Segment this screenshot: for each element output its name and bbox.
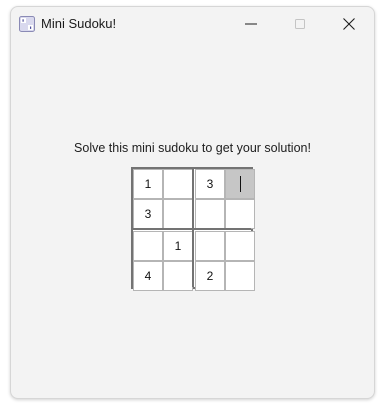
sudoku-cell-r1c4[interactable]	[225, 169, 255, 199]
cell-value: 3	[206, 177, 214, 191]
maximize-icon	[295, 19, 305, 29]
sudoku-grid: 2 4 1 3 3 1	[131, 167, 255, 291]
title-bar[interactable]: Mini Sudoku!	[11, 7, 374, 41]
cell-value: 1	[144, 177, 152, 191]
sudoku-app-icon	[19, 16, 35, 32]
maximize-button[interactable]	[277, 7, 323, 41]
sudoku-cell-r3c3[interactable]	[195, 231, 225, 261]
sudoku-cell-r2c2[interactable]	[163, 199, 193, 229]
sudoku-cell-r3c2[interactable]: 1	[163, 231, 193, 261]
sudoku-cell-r1c2[interactable]	[163, 169, 193, 199]
instruction-text: Solve this mini sudoku to get your solut…	[74, 141, 311, 155]
cell-value: 2	[206, 269, 214, 283]
minimize-button[interactable]	[228, 7, 274, 41]
sudoku-cell-r4c4[interactable]	[225, 261, 255, 291]
sudoku-cell-r2c4[interactable]	[225, 199, 255, 229]
cell-value: 3	[144, 207, 152, 221]
cell-value: 1	[174, 239, 182, 253]
sudoku-cell-r1c3[interactable]: 3	[195, 169, 225, 199]
close-button[interactable]	[326, 7, 372, 41]
app-window: Mini Sudoku! Solve this mini sudoku to g…	[10, 6, 375, 399]
minimize-icon	[245, 23, 257, 25]
text-cursor	[239, 176, 241, 192]
sudoku-cell-r3c4[interactable]	[225, 231, 255, 261]
sudoku-cell-r1c1[interactable]: 1	[133, 169, 163, 199]
sudoku-cell-r2c1[interactable]: 3	[133, 199, 163, 229]
sudoku-cell-r4c3[interactable]: 2	[195, 261, 225, 291]
sudoku-cell-r3c1[interactable]	[133, 231, 163, 261]
close-icon	[343, 18, 355, 30]
cell-value: 4	[144, 269, 152, 283]
sudoku-cell-r4c1[interactable]: 4	[133, 261, 163, 291]
box-divider-horizontal	[133, 228, 251, 230]
sudoku-cell-r4c2[interactable]	[163, 261, 193, 291]
sudoku-cell-r2c3[interactable]	[195, 199, 225, 229]
window-title: Mini Sudoku!	[41, 16, 117, 31]
